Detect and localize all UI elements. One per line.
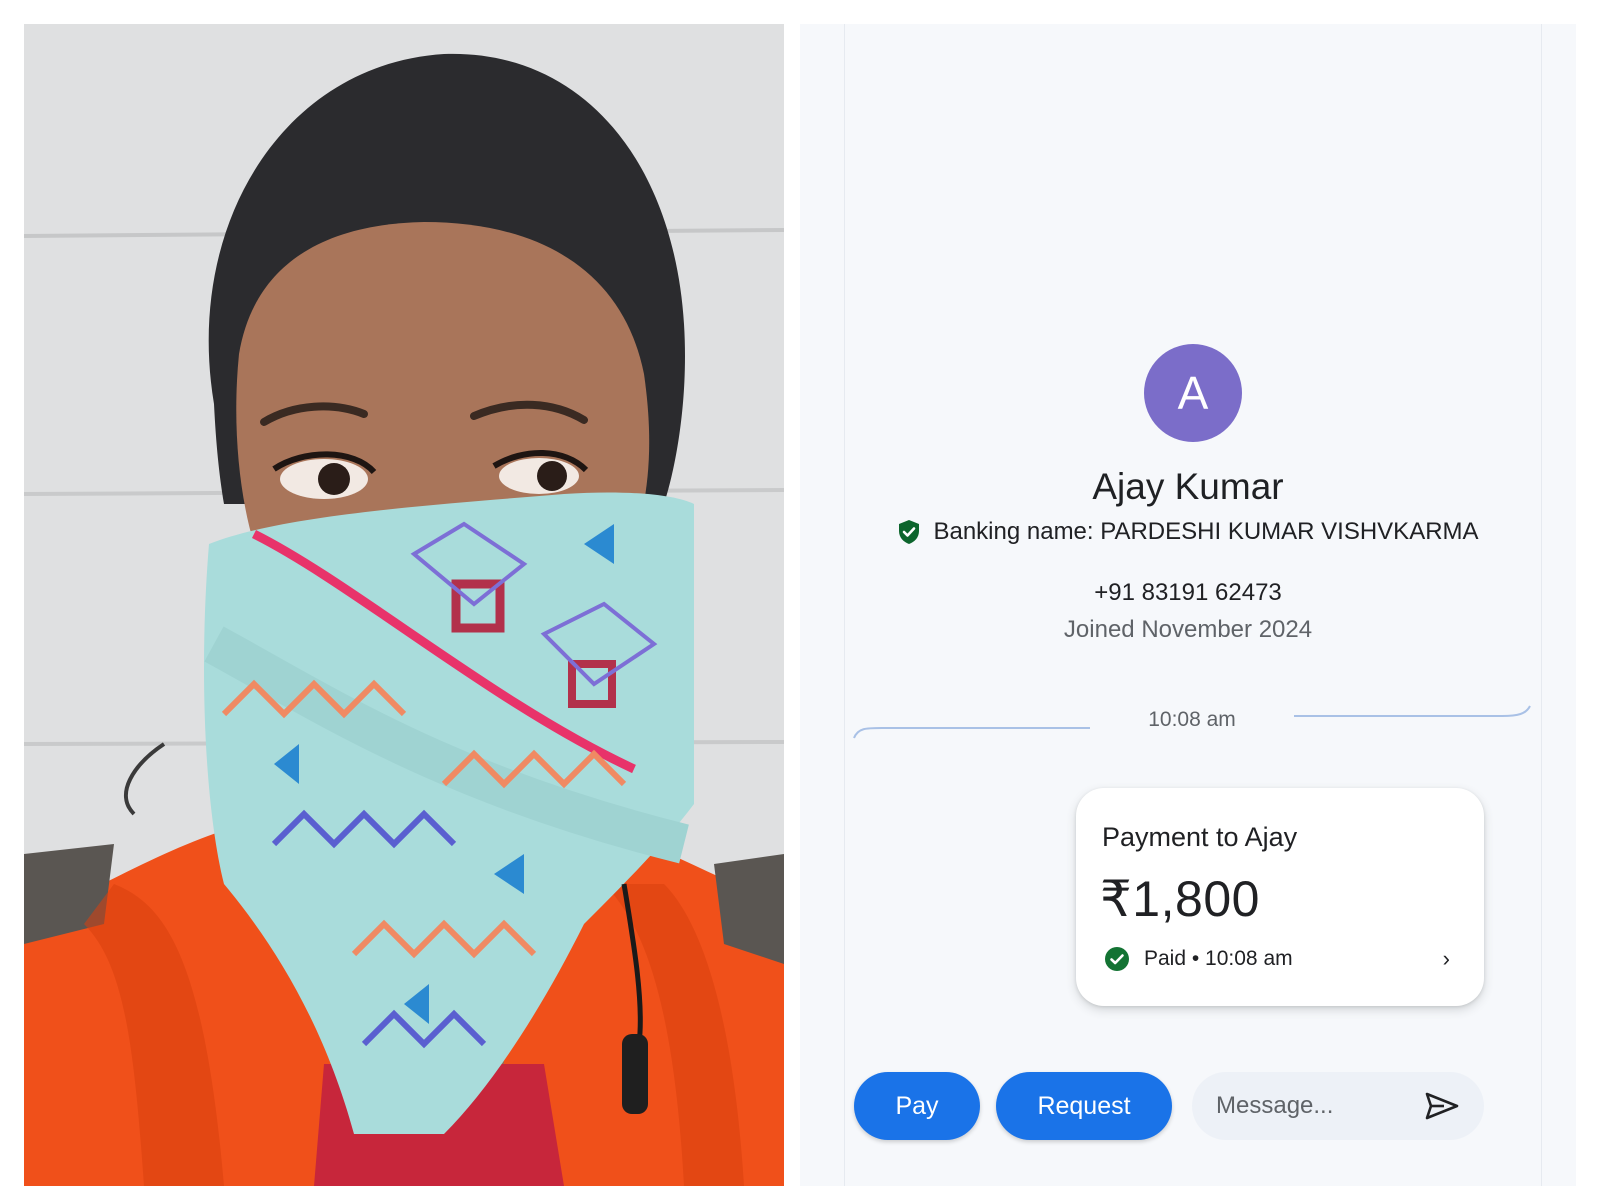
chevron-right-icon[interactable]: ›: [1443, 946, 1450, 972]
verified-shield-icon: [897, 519, 921, 545]
contact-phone: +91 83191 62473: [1094, 579, 1282, 606]
person-photo: [24, 24, 784, 1186]
payment-status-text: Paid • 10:08 am: [1144, 947, 1293, 970]
joined-date: Joined November 2024: [1063, 616, 1313, 643]
request-button[interactable]: Request: [996, 1072, 1172, 1140]
divider-line-right: [1294, 705, 1531, 717]
chat-timestamp-divider: 10:08 am: [852, 704, 1532, 744]
payment-title: Payment to Ajay: [1102, 822, 1298, 852]
contact-avatar[interactable]: A: [1144, 344, 1242, 442]
banking-name-row: Banking name: PARDESHI KUMAR VISHVKARMA: [800, 518, 1576, 546]
banking-name-text: Banking name: PARDESHI KUMAR VISHVKARMA: [933, 518, 1479, 545]
payment-chat-screen: A Ajay Kumar Banking name: PARDESHI KUMA…: [800, 24, 1576, 1186]
paid-check-icon: [1104, 946, 1130, 972]
message-placeholder: Message...: [1216, 1092, 1334, 1119]
pay-button[interactable]: Pay: [854, 1072, 980, 1140]
send-icon[interactable]: [1424, 1091, 1460, 1121]
contact-name: Ajay Kumar: [1092, 466, 1284, 507]
payment-status: Paid • 10:08 am: [1104, 946, 1293, 972]
payment-card[interactable]: Payment to Ajay ₹1,800 Paid • 10:08 am ›: [1076, 788, 1484, 1006]
message-input[interactable]: Message...: [1192, 1072, 1484, 1140]
payment-amount: ₹1,800: [1100, 871, 1260, 927]
